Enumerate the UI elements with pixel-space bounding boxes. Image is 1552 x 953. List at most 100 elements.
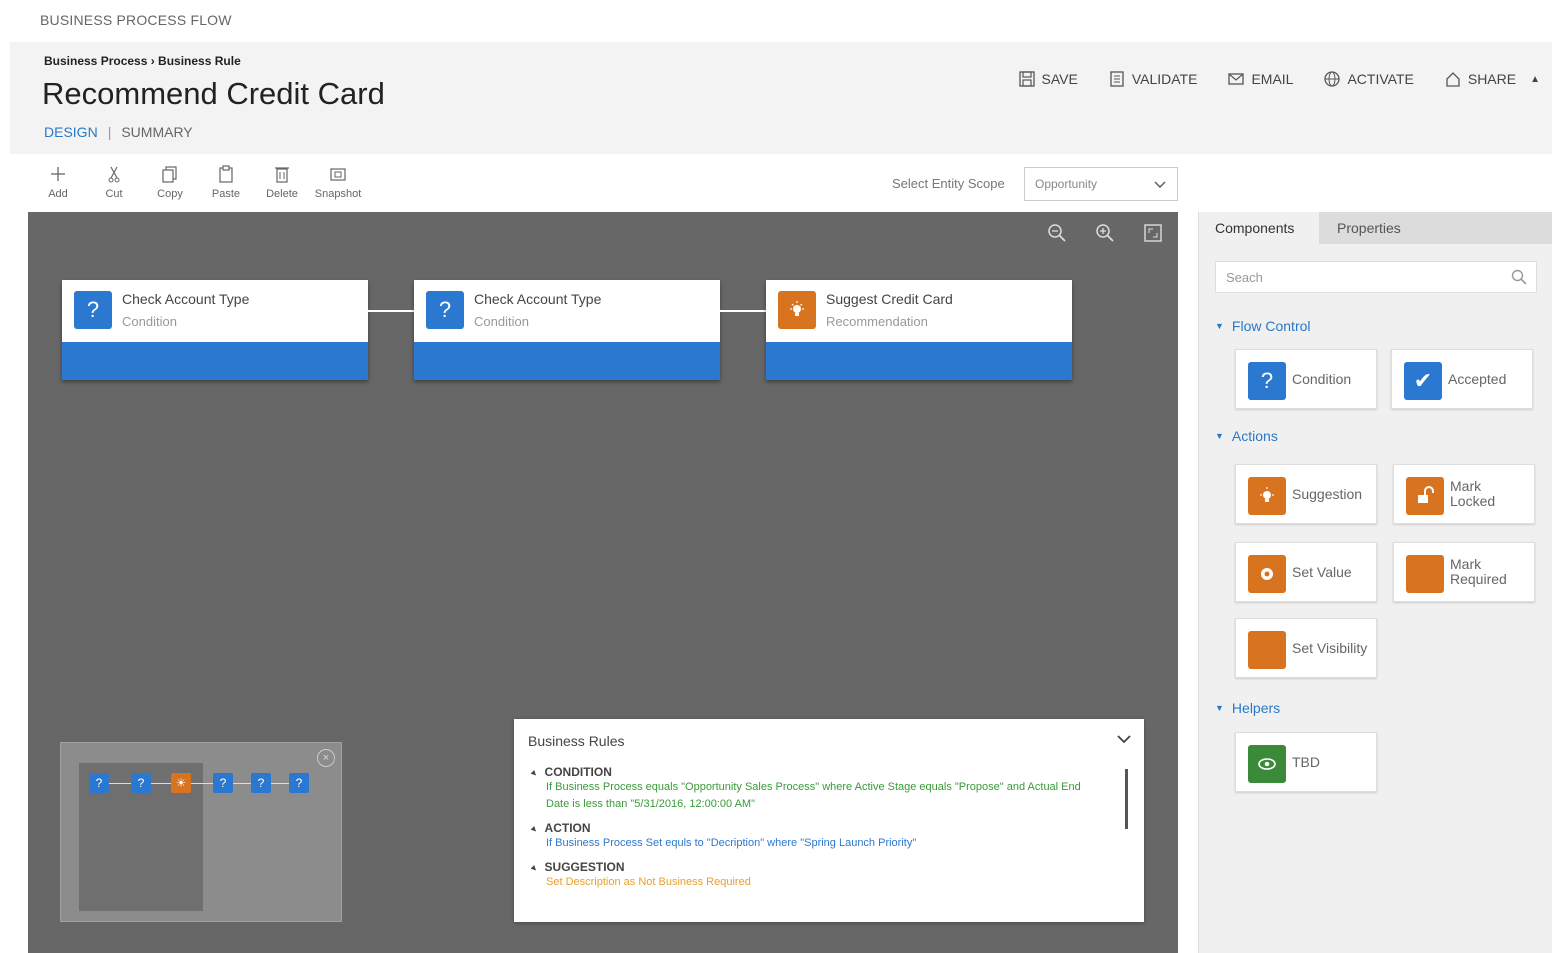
copy-icon <box>162 166 177 183</box>
validate-icon <box>1110 71 1124 87</box>
chevron-down-icon[interactable] <box>1114 729 1134 749</box>
paste-button[interactable]: Paste <box>208 164 244 200</box>
breadcrumb[interactable]: Business Process › Business Rule <box>44 54 241 68</box>
node-subtitle: Condition <box>122 314 177 329</box>
component-tbd[interactable]: TBD <box>1235 732 1377 792</box>
flow-node-condition-1[interactable]: ? Check Account Type Condition <box>62 280 368 380</box>
node-title: Check Account Type <box>474 291 602 307</box>
validate-label: VALIDATE <box>1131 71 1198 87</box>
minimap[interactable]: × ? ? ☀ ? ? ? <box>60 742 342 922</box>
save-label: SAVE <box>1041 71 1078 87</box>
action-text: If Business Process Set equls to "Decrip… <box>546 837 917 849</box>
minimap-node: ? <box>213 773 233 793</box>
add-button[interactable]: Add <box>40 164 76 200</box>
entity-scope-select[interactable]: Opportunity <box>1024 167 1178 201</box>
email-icon <box>1228 73 1245 85</box>
connector-line <box>368 310 414 312</box>
close-icon[interactable]: × <box>317 749 335 767</box>
design-canvas[interactable]: ? Check Account Type Condition ? Check A… <box>28 212 1178 953</box>
activate-button[interactable]: ACTIVATE <box>1323 70 1414 88</box>
scrollbar[interactable] <box>1125 769 1128 829</box>
component-label: Mark Required <box>1450 556 1507 587</box>
node-title: Check Account Type <box>122 291 250 307</box>
header: Business Process › Business Rule Recomme… <box>10 42 1552 154</box>
tab-summary[interactable]: SUMMARY <box>121 124 192 140</box>
suggestion-text: Set Description as Not Business Required <box>546 876 751 888</box>
minimap-node: ? <box>251 773 271 793</box>
activate-label: ACTIVATE <box>1347 71 1414 87</box>
component-label: TBD <box>1292 753 1320 770</box>
minimap-node-bulb: ☀ <box>171 773 191 793</box>
search-input[interactable]: Seach <box>1215 261 1537 293</box>
component-label: Mark Locked <box>1450 478 1496 509</box>
search-icon <box>1511 269 1527 285</box>
node-bar <box>62 342 368 380</box>
lightbulb-icon <box>778 291 816 329</box>
globe-icon <box>1324 71 1341 87</box>
save-icon <box>1018 71 1035 87</box>
cut-button[interactable]: Cut <box>96 164 132 200</box>
required-icon <box>1406 555 1444 593</box>
minimap-node: ? <box>89 773 109 793</box>
component-label: Condition <box>1292 370 1352 387</box>
top-label: BUSINESS PROCESS FLOW <box>40 12 232 28</box>
zoom-out-icon[interactable] <box>1046 222 1068 244</box>
edit-toolbar: Add Cut Copy Paste Delete Snapshot <box>40 164 361 200</box>
save-button[interactable]: SAVE <box>1018 70 1078 88</box>
tab-separator: | <box>107 124 112 140</box>
copy-label: Copy <box>157 188 183 200</box>
email-label: EMAIL <box>1251 71 1294 87</box>
share-icon <box>1446 72 1460 87</box>
node-title: Suggest Credit Card <box>826 291 953 307</box>
component-accepted[interactable]: ✔ Accepted <box>1391 349 1533 409</box>
checkmark-icon: ✔ <box>1404 362 1442 400</box>
page-title: Recommend Credit Card <box>42 76 385 111</box>
share-button[interactable]: SHARE ▲ <box>1444 70 1540 88</box>
section-actions[interactable]: Actions <box>1215 428 1278 444</box>
component-mark-required[interactable]: Mark Required <box>1393 542 1535 602</box>
plus-icon <box>51 167 65 181</box>
condition-heading: CONDITION <box>532 765 1092 779</box>
camera-icon <box>330 168 346 181</box>
flow-node-condition-2[interactable]: ? Check Account Type Condition <box>414 280 720 380</box>
panel-tabs: Components Properties <box>1199 212 1552 244</box>
delete-button[interactable]: Delete <box>264 164 300 200</box>
tab-components[interactable]: Components <box>1199 212 1319 244</box>
action-heading: ACTION <box>532 821 1092 835</box>
fit-to-screen-icon[interactable] <box>1142 222 1164 244</box>
component-set-visibility[interactable]: Set Visibility <box>1235 618 1377 678</box>
node-subtitle: Recommendation <box>826 314 928 329</box>
section-helpers[interactable]: Helpers <box>1215 700 1280 716</box>
question-icon: ? <box>74 291 112 329</box>
eye-icon <box>1248 745 1286 783</box>
connector-line <box>720 310 766 312</box>
email-button[interactable]: EMAIL <box>1227 70 1293 88</box>
validate-button[interactable]: VALIDATE <box>1108 70 1198 88</box>
section-flow-control[interactable]: Flow Control <box>1215 318 1311 334</box>
snapshot-button[interactable]: Snapshot <box>315 164 361 200</box>
add-label: Add <box>48 188 68 200</box>
node-bar <box>766 342 1072 380</box>
node-subtitle: Condition <box>474 314 529 329</box>
component-condition[interactable]: ? Condition <box>1235 349 1377 409</box>
chevron-down-icon: ▲ <box>1530 73 1540 85</box>
trash-icon <box>275 167 289 183</box>
tab-design[interactable]: DESIGN <box>44 124 98 140</box>
zoom-in-icon[interactable] <box>1094 222 1116 244</box>
scissors-icon <box>108 166 120 183</box>
tab-properties[interactable]: Properties <box>1321 212 1417 244</box>
component-label: Set Value <box>1292 563 1352 580</box>
question-icon: ? <box>426 291 464 329</box>
flow-node-recommendation[interactable]: Suggest Credit Card Recommendation <box>766 280 1072 380</box>
component-suggestion[interactable]: Suggestion <box>1235 464 1377 524</box>
component-mark-locked[interactable]: Mark Locked <box>1393 464 1535 524</box>
component-set-value[interactable]: Set Value <box>1235 542 1377 602</box>
minimap-node: ? <box>289 773 309 793</box>
share-label: SHARE <box>1467 71 1517 87</box>
component-label: Accepted <box>1448 370 1507 387</box>
node-bar <box>414 342 720 380</box>
copy-button[interactable]: Copy <box>152 164 188 200</box>
rules-title: Business Rules <box>528 733 625 749</box>
question-icon: ? <box>1248 362 1286 400</box>
delete-label: Delete <box>266 188 298 200</box>
